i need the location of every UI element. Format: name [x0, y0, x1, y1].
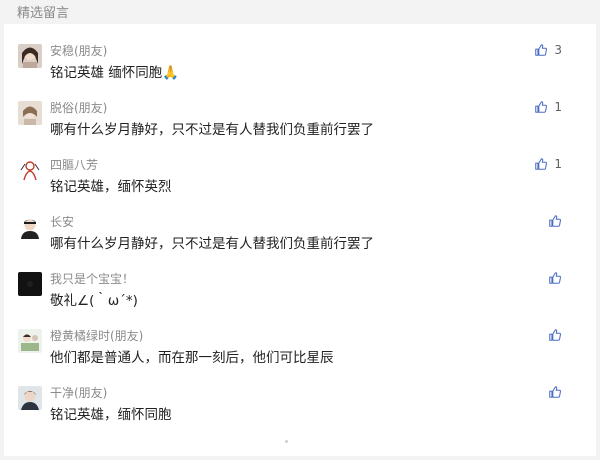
- comment-item: 长安 哪有什么岁月静好，只不过是有人替我们负重前行罢了: [4, 213, 596, 271]
- like-button[interactable]: [548, 384, 562, 400]
- like-button[interactable]: 3: [534, 42, 562, 58]
- avatar[interactable]: [18, 272, 42, 296]
- avatar[interactable]: [18, 101, 42, 125]
- comment-item: 脱俗(朋友) 哪有什么岁月静好，只不过是有人替我们负重前行罢了 1: [4, 99, 596, 157]
- avatar[interactable]: [18, 44, 42, 68]
- comment-text: 哪有什么岁月静好，只不过是有人替我们负重前行罢了: [50, 122, 374, 138]
- thumbs-up-icon: [549, 329, 561, 341]
- avatar[interactable]: [18, 386, 42, 410]
- commenter-name[interactable]: 橙黄橘绿时(朋友): [50, 327, 143, 344]
- like-button[interactable]: 1: [534, 99, 562, 115]
- like-button[interactable]: 1: [534, 156, 562, 172]
- scroll-indicator: [285, 440, 288, 443]
- like-count: 3: [554, 43, 562, 57]
- comment-text: 铭记英雄，缅怀同胞: [50, 407, 172, 423]
- comment-item: 橙黄橘绿时(朋友) 他们都是普通人，而在那一刻后，他们可比星辰: [4, 327, 596, 385]
- comment-item: 干净(朋友) 铭记英雄，缅怀同胞: [4, 384, 596, 442]
- commenter-name[interactable]: 干净(朋友): [50, 384, 107, 401]
- comment-text: 哪有什么岁月静好，只不过是有人替我们负重前行罢了: [50, 236, 374, 252]
- commenter-name[interactable]: 长安: [50, 213, 74, 230]
- like-button[interactable]: [548, 327, 562, 343]
- thumbs-up-icon: [549, 386, 561, 398]
- comment-text: 他们都是普通人，而在那一刻后，他们可比星辰: [50, 350, 334, 366]
- thumbs-up-icon: [549, 272, 561, 284]
- section-title: 精选留言: [17, 6, 70, 21]
- comment-text: 铭记英雄 缅怀同胞🙏: [50, 65, 180, 81]
- like-count: 1: [554, 157, 562, 171]
- commenter-name[interactable]: 安稳(朋友): [50, 42, 107, 59]
- commenter-name[interactable]: 脱俗(朋友): [50, 99, 107, 116]
- thumbs-up-icon: [549, 215, 561, 227]
- avatar[interactable]: [18, 158, 42, 182]
- comment-item: 安稳(朋友) 铭记英雄 缅怀同胞🙏 3: [4, 42, 596, 100]
- comment-item: 我只是个宝宝！ 敬礼∠(｀ω´*): [4, 270, 596, 328]
- comment-list: 安稳(朋友) 铭记英雄 缅怀同胞🙏 3 脱俗(朋友) 哪有什么岁月静好，只不过是…: [4, 24, 596, 456]
- avatar[interactable]: [18, 329, 42, 353]
- like-count: 1: [554, 100, 562, 114]
- avatar[interactable]: [18, 215, 42, 239]
- thumbs-up-icon: [535, 44, 548, 56]
- commenter-name[interactable]: 四膒八芳: [50, 156, 98, 173]
- like-button[interactable]: [548, 270, 562, 286]
- thumbs-up-icon: [535, 158, 548, 170]
- thumbs-up-icon: [535, 101, 548, 113]
- like-button[interactable]: [548, 213, 562, 229]
- comment-item: 四膒八芳 铭记英雄，缅怀英烈 1: [4, 156, 596, 214]
- comment-text: 敬礼∠(｀ω´*): [50, 293, 138, 309]
- commenter-name[interactable]: 我只是个宝宝！: [50, 270, 134, 287]
- comment-text: 铭记英雄，缅怀英烈: [50, 179, 172, 195]
